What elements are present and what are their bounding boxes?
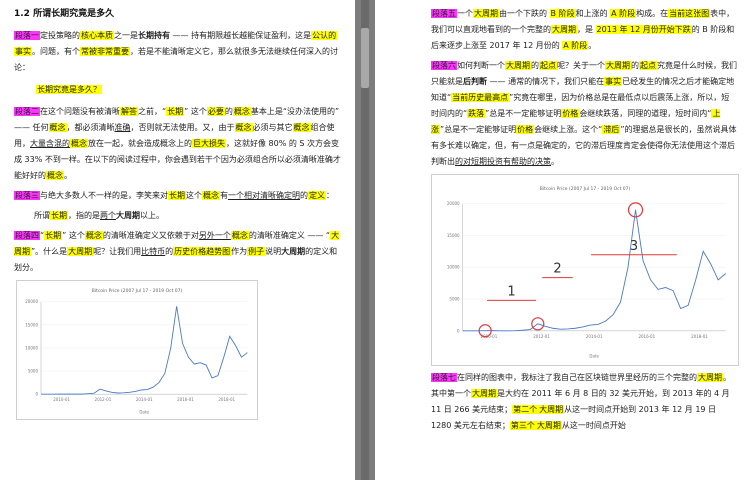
x-axis-label: Date — [589, 353, 599, 358]
price-series-line — [462, 209, 727, 332]
page-gutter — [355, 0, 375, 480]
x-tick-label: 2016-01 — [177, 397, 194, 402]
y-tick-label: 5000 — [449, 296, 460, 301]
x-axis-label: Date — [139, 409, 149, 414]
paragraph-5: 段落五一个大周期由一个下跌的 B 阶段和上涨的 A 阶段构成。在当前这张图表中，… — [431, 9, 735, 50]
x-tick-label: 2018-01 — [691, 334, 708, 339]
document-page-right: 段落五一个大周期由一个下跌的 B 阶段和上涨的 A 阶段构成。在当前这张图表中，… — [375, 0, 750, 480]
section-heading: 1.2 所谓长期究竟是多久 — [14, 9, 115, 19]
paragraph-6: 段落六如何判断一个大周期的起点呢？关于一个大周期的起点究竟是什么时候，我们只能就… — [431, 61, 737, 166]
x-tick-label: 2014-01 — [586, 334, 603, 339]
chart-title: Bitcoin Price (2007 Jul 17 - 2019 Oct 07… — [92, 288, 183, 294]
tag-paragraph-3: 段落三 — [14, 191, 40, 200]
y-tick-label: 5000 — [28, 369, 39, 374]
x-tick-label: 2010-01 — [53, 397, 70, 402]
bitcoin-price-chart-left: Bitcoin Price (2007 Jul 17 - 2019 Oct 07… — [16, 280, 258, 420]
x-tick-label: 2014-01 — [136, 397, 153, 402]
price-series-line — [41, 306, 248, 395]
tag-paragraph-4: 段落四 — [14, 231, 40, 240]
chart-canvas-right: Bitcoin Price (2007 Jul 17 - 2019 Oct 07… — [447, 186, 727, 358]
y-tick-label: 10000 — [447, 265, 460, 270]
x-tick-label: 2016-01 — [638, 334, 655, 339]
chart-canvas-left: Bitcoin Price (2007 Jul 17 - 2019 Oct 07… — [25, 288, 248, 414]
question-quote: 长期究竟是多久？ — [36, 85, 102, 94]
paragraph-2: 段落二在这个问题没有被清晰解答之前，“长期” 这个必要的概念基本上是“没办法使用… — [14, 107, 341, 180]
y-tick-label: 0 — [35, 392, 38, 397]
tag-paragraph-1: 段落一 — [14, 31, 40, 40]
tag-paragraph-6: 段落六 — [431, 61, 457, 70]
y-tick-label: 0 — [457, 328, 460, 333]
paragraph-7: 段落七在同样的图表中，我标注了我自己在区块链世界里经历的三个完整的大周期。其中第… — [431, 373, 731, 430]
tag-paragraph-2: 段落二 — [14, 107, 40, 116]
definition-line: 所谓长期，指的是两个大周期以上。 — [34, 211, 164, 220]
x-tick-label: 2012-01 — [533, 334, 550, 339]
paragraph-4: 段落四“长期” 这个概念的清晰准确定义又依赖于对另外一个概念的清晰准确定义 ——… — [14, 231, 340, 272]
y-tick-label: 20000 — [25, 299, 38, 304]
y-tick-label: 15000 — [25, 322, 38, 327]
scrollbar-thumb[interactable] — [361, 28, 369, 88]
document-page-left: 1.2 所谓长期究竟是多久 段落一定投策略的核心本质之一是长期持有 —— 持有期… — [0, 0, 355, 480]
cycle-label-3: 3 — [630, 239, 638, 254]
x-tick-label: 2012-01 — [95, 397, 112, 402]
y-tick-label: 20000 — [447, 201, 460, 206]
y-tick-label: 10000 — [25, 345, 38, 350]
chart-title: Bitcoin Price (2007 Jul 17 - 2019 Oct 07… — [540, 186, 631, 192]
paragraph-3: 段落三与绝大多数人不一样的是，李笑来对长期这个概念有一个相对清晰确定明的定义： — [14, 191, 334, 200]
x-tick-label: 2018-01 — [218, 397, 235, 402]
cycle-label-2: 2 — [553, 262, 561, 277]
y-tick-label: 15000 — [447, 233, 460, 238]
bitcoin-price-chart-right: Bitcoin Price (2007 Jul 17 - 2019 Oct 07… — [431, 174, 739, 366]
tag-paragraph-7: 段落七 — [431, 373, 457, 382]
paragraph-1: 段落一定投策略的核心本质之一是长期持有 —— 持有期限越长越能保证盈利，这是公认… — [14, 31, 338, 72]
tag-paragraph-5: 段落五 — [431, 9, 457, 18]
cycle-label-1: 1 — [507, 284, 515, 299]
